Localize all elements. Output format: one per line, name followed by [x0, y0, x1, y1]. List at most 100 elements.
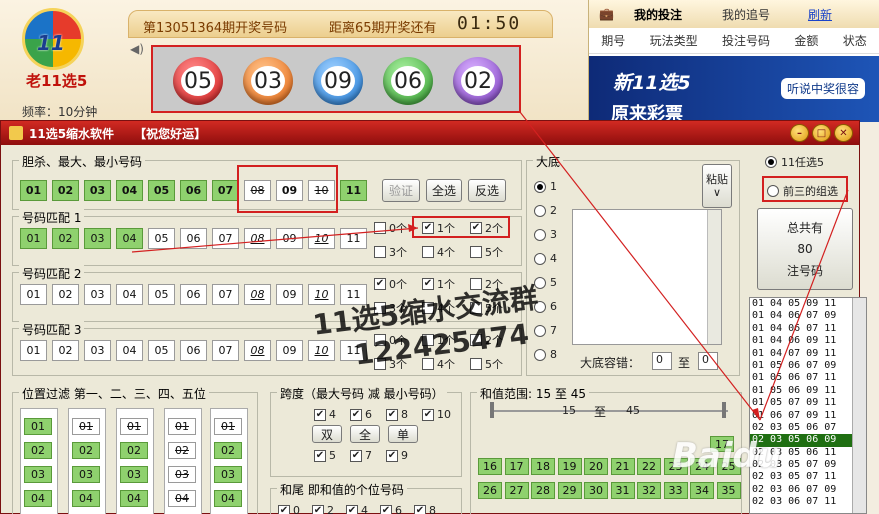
m2-num-03[interactable]: 03: [84, 284, 111, 305]
m3-num-09[interactable]: 09: [276, 340, 303, 361]
dadi-textarea[interactable]: [572, 209, 722, 345]
m2-num-01[interactable]: 01: [20, 284, 47, 305]
result-row[interactable]: 01 06 07 09 11: [750, 410, 866, 422]
tail-8[interactable]: ✔ 8: [414, 504, 436, 514]
position-2-num[interactable]: 03: [72, 466, 100, 483]
span-8[interactable]: ✔ 8: [386, 408, 408, 421]
m1-check-4[interactable]: 4个: [422, 244, 455, 260]
m1-check-3[interactable]: 3个: [374, 244, 407, 260]
position-5-num[interactable]: 02: [214, 442, 242, 459]
sum-num[interactable]: 29: [557, 482, 582, 499]
m3-check-5[interactable]: 5个: [470, 356, 503, 372]
m1-num-11[interactable]: 11: [340, 228, 367, 249]
minimize-icon[interactable]: –: [790, 124, 809, 142]
paste-button[interactable]: 粘贴 ∨: [702, 164, 732, 208]
position-2-num[interactable]: 02: [72, 442, 100, 459]
result-row[interactable]: 01 05 07 09 11: [750, 397, 866, 409]
tab-my-bets[interactable]: 我的投注: [624, 6, 692, 23]
m3-num-10[interactable]: 10: [308, 340, 335, 361]
span-single-button[interactable]: 单: [388, 425, 418, 443]
position-5-num[interactable]: 04: [214, 490, 242, 507]
close-icon[interactable]: ✕: [834, 124, 853, 142]
m1-check-0[interactable]: 0个: [374, 220, 407, 236]
position-3-num[interactable]: 01: [120, 418, 148, 435]
refresh-link[interactable]: 刷新: [798, 6, 842, 23]
result-row[interactable]: 01 04 06 07 11: [750, 323, 866, 335]
m3-num-06[interactable]: 06: [180, 340, 207, 361]
span-4[interactable]: ✔ 4: [314, 408, 336, 421]
span-9[interactable]: ✔ 9: [386, 449, 408, 462]
m3-num-02[interactable]: 02: [52, 340, 79, 361]
kill-num-04[interactable]: 04: [116, 180, 143, 201]
sum-slider-track[interactable]: [490, 410, 728, 412]
position-2-num[interactable]: 01: [72, 418, 100, 435]
sum-num[interactable]: 33: [663, 482, 688, 499]
m2-num-08[interactable]: 08: [244, 284, 271, 305]
sum-num[interactable]: 28: [531, 482, 555, 499]
result-row[interactable]: 01 04 07 09 11: [750, 348, 866, 360]
position-4-num[interactable]: 01: [168, 418, 196, 435]
span-double-button[interactable]: 双: [312, 425, 342, 443]
dadi-radio-4[interactable]: 4: [534, 252, 557, 265]
maximize-icon[interactable]: □: [812, 124, 831, 142]
sum-num[interactable]: 22: [637, 458, 661, 475]
mode-any5-radio[interactable]: 11任选5: [765, 154, 824, 170]
result-row[interactable]: 01 04 06 07 09: [750, 310, 866, 322]
tolerance-to[interactable]: 0: [698, 352, 718, 370]
position-1-num[interactable]: 04: [24, 490, 52, 507]
m1-num-03[interactable]: 03: [84, 228, 111, 249]
kill-num-06[interactable]: 06: [180, 180, 207, 201]
m1-check-5[interactable]: 5个: [470, 244, 503, 260]
m1-num-02[interactable]: 02: [52, 228, 79, 249]
m1-num-08[interactable]: 08: [244, 228, 271, 249]
m2-num-04[interactable]: 04: [116, 284, 143, 305]
dadi-radio-1[interactable]: 1: [534, 180, 557, 193]
result-row[interactable]: 01 05 06 07 09: [750, 360, 866, 372]
result-row[interactable]: 02 03 06 07 11: [750, 496, 866, 508]
result-row[interactable]: 02 03 06 07 09: [750, 484, 866, 496]
sum-num[interactable]: 31: [610, 482, 635, 499]
sum-num[interactable]: 30: [584, 482, 608, 499]
sum-num[interactable]: 21: [610, 458, 635, 475]
m1-num-10[interactable]: 10: [308, 228, 335, 249]
sum-num[interactable]: 19: [557, 458, 582, 475]
position-5-num[interactable]: 01: [214, 418, 242, 435]
sum-num[interactable]: 26: [478, 482, 502, 499]
m2-num-05[interactable]: 05: [148, 284, 175, 305]
sum-num[interactable]: 20: [584, 458, 608, 475]
position-4-num[interactable]: 02: [168, 442, 196, 459]
sum-num[interactable]: 35: [716, 482, 741, 499]
kill-num-07[interactable]: 07: [212, 180, 239, 201]
ad-banner[interactable]: 新11选5 听说中奖很容 原来彩票: [589, 56, 879, 125]
sum-num[interactable]: 32: [637, 482, 661, 499]
position-1-num[interactable]: 01: [24, 418, 52, 435]
kill-num-05[interactable]: 05: [148, 180, 175, 201]
result-scrollbar[interactable]: [852, 298, 866, 513]
m3-num-03[interactable]: 03: [84, 340, 111, 361]
kill-num-03[interactable]: 03: [84, 180, 111, 201]
span-6[interactable]: ✔ 6: [350, 408, 372, 421]
span-5[interactable]: ✔ 5: [314, 449, 336, 462]
m3-num-04[interactable]: 04: [116, 340, 143, 361]
kill-num-11[interactable]: 11: [340, 180, 367, 201]
position-3-num[interactable]: 03: [120, 466, 148, 483]
result-row[interactable]: 01 04 05 09 11: [750, 298, 866, 310]
result-row[interactable]: 02 03 05 06 07: [750, 422, 866, 434]
position-2-num[interactable]: 04: [72, 490, 100, 507]
m3-num-08[interactable]: 08: [244, 340, 271, 361]
dadi-radio-8[interactable]: 8: [534, 348, 557, 361]
m2-num-06[interactable]: 06: [180, 284, 207, 305]
m2-num-02[interactable]: 02: [52, 284, 79, 305]
m1-num-07[interactable]: 07: [212, 228, 239, 249]
dadi-radio-7[interactable]: 7: [534, 324, 557, 337]
sum-num[interactable]: 17: [504, 458, 529, 475]
m2-num-07[interactable]: 07: [212, 284, 239, 305]
verify-button[interactable]: 验证: [382, 179, 420, 202]
m1-num-05[interactable]: 05: [148, 228, 175, 249]
kill-num-01[interactable]: 01: [20, 180, 47, 201]
sum-num[interactable]: 18: [531, 458, 555, 475]
select-all-button[interactable]: 全选: [426, 179, 462, 202]
m1-num-06[interactable]: 06: [180, 228, 207, 249]
tail-6[interactable]: ✔ 6: [380, 504, 402, 514]
m1-num-04[interactable]: 04: [116, 228, 143, 249]
